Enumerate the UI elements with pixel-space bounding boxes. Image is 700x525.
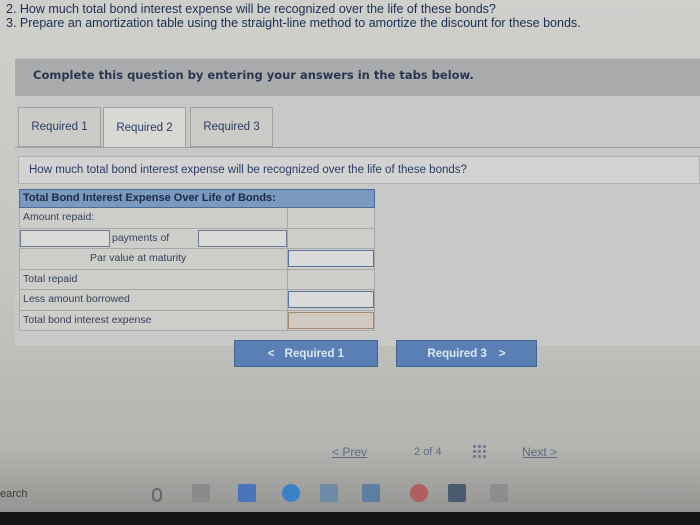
tab-required-1[interactable]: Required 1: [18, 107, 101, 147]
tab-divider: [15, 147, 700, 148]
next-page-link[interactable]: Next >: [522, 445, 557, 459]
total-expense-label: Total bond interest expense: [23, 313, 152, 326]
tab-label: Required 3: [203, 121, 260, 133]
tab-label: Required 2: [116, 121, 173, 134]
prev-page-link[interactable]: < Prev: [332, 445, 367, 459]
grid-icon[interactable]: [472, 444, 488, 458]
task-view-icon[interactable]: [192, 484, 210, 502]
table-row-total-expense: Total bond interest expense: [19, 310, 375, 331]
app-icon[interactable]: [490, 484, 508, 502]
instructions: 2. How much total bond interest expense …: [6, 2, 581, 30]
column-divider: [287, 269, 288, 289]
file-explorer-icon[interactable]: [320, 484, 338, 502]
question-panel: Required 1 Required 2 Required 3 How muc…: [15, 96, 700, 346]
mail-icon[interactable]: [448, 484, 466, 502]
next-page-label: Next: [522, 445, 547, 459]
total-repaid-label: Total repaid: [23, 272, 78, 285]
chevron-left-icon: <: [267, 347, 275, 360]
table-row-less-borrowed: Less amount borrowed: [19, 290, 375, 311]
prev-page-label: Prev: [342, 445, 368, 459]
question-bar: How much total bond interest expense wil…: [18, 156, 700, 184]
number-of-payments-input[interactable]: [20, 229, 110, 247]
table-row-payments: payments of: [19, 228, 375, 249]
current-page: 2: [414, 446, 421, 458]
par-value-input[interactable]: [288, 250, 374, 267]
page-indicator: 2 of 4: [414, 446, 442, 458]
question-text: How much total bond interest expense wil…: [29, 164, 467, 176]
amount-repaid-label: Amount repaid:: [23, 211, 95, 223]
instruction-banner: Complete this question by entering your …: [15, 58, 700, 96]
less-borrowed-label: Less amount borrowed: [23, 293, 130, 305]
table-row-par-value: Par value at maturity: [19, 249, 375, 270]
tab-label: Required 1: [31, 121, 88, 133]
microphone-icon[interactable]: [152, 488, 162, 502]
next-required-label: Required 3: [427, 347, 487, 360]
tab-required-2[interactable]: Required 2: [103, 107, 186, 147]
prev-required-button[interactable]: < Required 1: [234, 340, 378, 367]
payment-amount-input[interactable]: [198, 229, 287, 247]
screen-bezel: [0, 512, 700, 525]
edge-icon[interactable]: [282, 484, 300, 502]
interest-expense-table: Total Bond Interest Expense Over Life of…: [19, 189, 375, 331]
instruction-line-2: 2. How much total bond interest expense …: [6, 2, 496, 16]
table-row-total-repaid: Total repaid: [19, 269, 375, 290]
chevron-left-icon: <: [332, 445, 343, 459]
chrome-icon[interactable]: [410, 484, 428, 502]
total-expense-input[interactable]: [288, 311, 374, 329]
banner-text: Complete this question by entering your …: [33, 68, 474, 82]
column-divider: [287, 228, 288, 248]
payments-of-label: payments of: [112, 231, 170, 244]
prev-required-label: Required 1: [284, 347, 345, 360]
store-icon[interactable]: [362, 484, 380, 502]
amount-borrowed-input[interactable]: [288, 291, 374, 308]
column-divider: [287, 208, 288, 228]
table-row-amount-repaid: Amount repaid:: [19, 208, 375, 229]
page-of: of: [423, 446, 433, 458]
chevron-right-icon: >: [546, 445, 558, 459]
taskbar-search[interactable]: earch: [0, 488, 28, 500]
total-pages: 4: [435, 446, 442, 458]
tab-required-3[interactable]: Required 3: [190, 107, 273, 147]
instruction-line-3: 3. Prepare an amortization table using t…: [6, 16, 581, 30]
par-value-label: Par value at maturity: [90, 252, 187, 264]
next-required-button[interactable]: Required 3 >: [396, 340, 537, 367]
chevron-right-icon: >: [498, 347, 506, 360]
word-icon[interactable]: [238, 484, 256, 502]
table-header: Total Bond Interest Expense Over Life of…: [19, 189, 375, 208]
